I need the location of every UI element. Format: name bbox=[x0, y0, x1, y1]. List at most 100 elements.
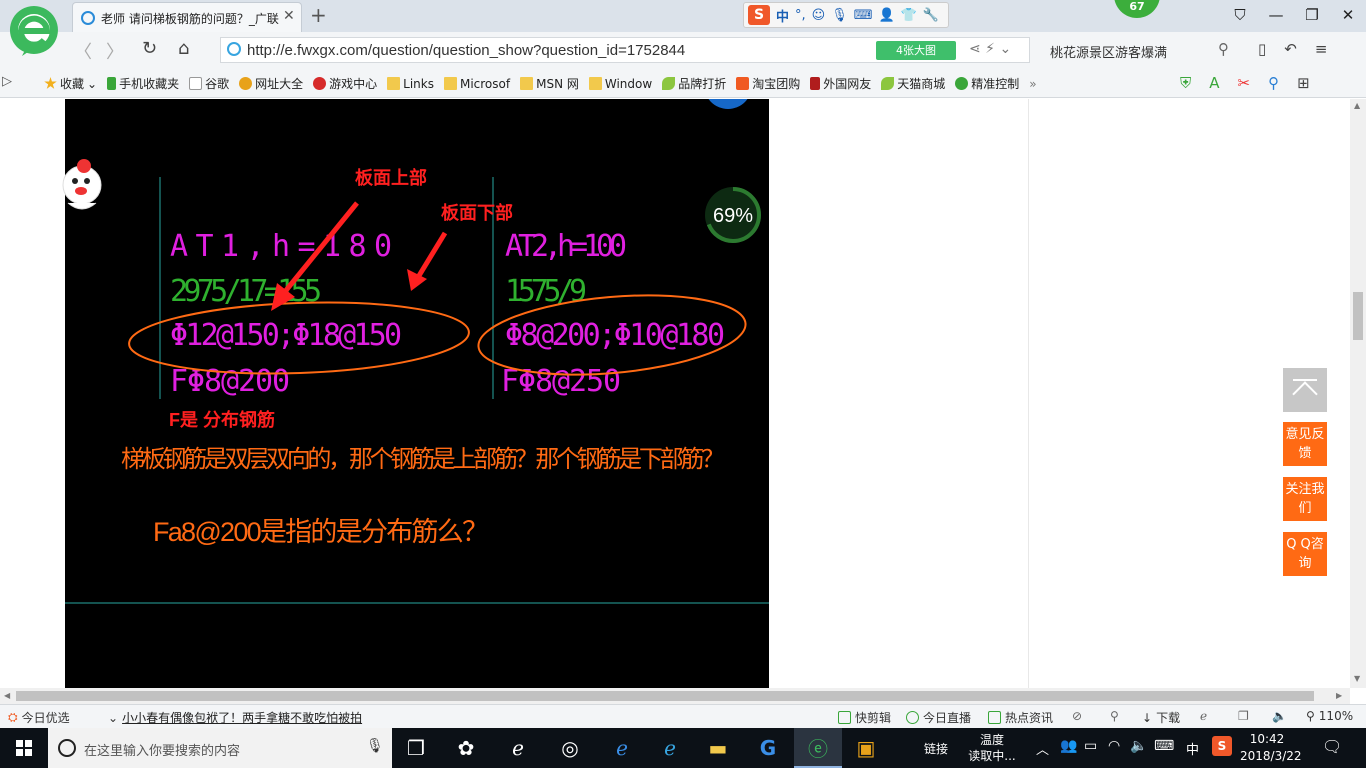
shield-icon[interactable]: ⛨ bbox=[1180, 74, 1191, 92]
search-icon[interactable]: ⚲ bbox=[1218, 40, 1229, 58]
ime-indicator[interactable]: 中 bbox=[1186, 739, 1199, 758]
qq-consult-button[interactable]: Q Q咨询 bbox=[1283, 532, 1327, 576]
skin-shirt-icon[interactable]: 👕 bbox=[901, 8, 917, 23]
window-icon[interactable]: ❐ bbox=[1238, 709, 1249, 723]
quick-cut[interactable]: 快剪辑 bbox=[838, 709, 891, 726]
temperature-widget[interactable]: 温度 读取中... bbox=[968, 732, 1016, 764]
image-viewer-icon[interactable]: ▣ bbox=[842, 728, 890, 768]
scroll-up-icon[interactable]: ▲ bbox=[1354, 101, 1360, 110]
bookmark-item[interactable]: Microsof bbox=[443, 75, 510, 92]
pin-icon[interactable]: ⚲ bbox=[1110, 709, 1119, 723]
url-input[interactable]: http://e.fwxgx.com/question/question_sho… bbox=[220, 37, 1030, 63]
bookmark-item[interactable]: 网址大全 bbox=[239, 75, 303, 92]
browser-tab[interactable]: 老师 请问梯板钢筋的问题？_广联 ✕ bbox=[72, 2, 302, 32]
download[interactable]: ↓ 下载 bbox=[1142, 709, 1180, 726]
browser-logo-icon[interactable] bbox=[8, 4, 60, 60]
g-app-icon[interactable]: G bbox=[744, 728, 792, 768]
sogou-tray-icon[interactable]: S bbox=[1212, 736, 1232, 756]
question-image[interactable]: AT1,h=180 2975/17=155 Φ12@150;Φ18@150 FΦ… bbox=[65, 99, 769, 688]
bookmark-item[interactable]: 收藏 ⌄ bbox=[44, 75, 97, 92]
scroll-left-icon[interactable]: ◀ bbox=[4, 691, 10, 700]
tab-close-button[interactable]: ✕ bbox=[283, 8, 295, 24]
vertical-scrollbar[interactable]: ▲ ▼ bbox=[1350, 99, 1366, 688]
bookmark-item[interactable]: 手机收藏夹 bbox=[107, 75, 179, 92]
bookmark-item[interactable]: Window bbox=[588, 75, 652, 92]
sogou-ime-toolbar[interactable]: S 中 °, ☺ 🎙 ⌨ 👤 👕 🔧 bbox=[743, 2, 949, 28]
edge-legacy-icon[interactable]: ℯ bbox=[494, 728, 542, 768]
apps-grid-icon[interactable]: ⊞ bbox=[1297, 74, 1310, 92]
mic-icon[interactable]: 🎙 bbox=[831, 8, 848, 23]
link-label[interactable]: 链接 bbox=[924, 740, 948, 757]
close-button[interactable]: ✕ bbox=[1330, 0, 1366, 32]
search-input[interactable]: 桃花源景区游客爆满 ⚲ bbox=[1040, 37, 1240, 63]
forward-icon[interactable]: 〉 bbox=[106, 38, 124, 64]
today-live[interactable]: 今日直播 bbox=[906, 709, 971, 726]
translate-icon[interactable]: A bbox=[1209, 74, 1219, 92]
bookmark-item[interactable]: 精准控制 bbox=[955, 75, 1019, 92]
emoji-icon[interactable]: ☺ bbox=[812, 8, 826, 23]
site-security-icon[interactable] bbox=[227, 42, 241, 56]
taskbar-search[interactable]: 在这里输入你要搜索的内容 🎙 bbox=[48, 728, 392, 768]
new-tab-button[interactable]: + bbox=[310, 4, 327, 26]
back-to-top-button[interactable] bbox=[1283, 368, 1327, 412]
mascot-icon[interactable] bbox=[60, 157, 104, 215]
bookmark-item[interactable]: Links bbox=[387, 75, 434, 92]
keyboard-icon[interactable]: ⌨ bbox=[1154, 738, 1174, 754]
bookmark-item[interactable]: 淘宝团购 bbox=[736, 75, 800, 92]
minimize-button[interactable]: — bbox=[1258, 0, 1294, 32]
home-icon[interactable]: ⌂ bbox=[178, 38, 189, 59]
scroll-right-icon[interactable]: ▶ bbox=[1336, 691, 1342, 700]
360-browser-icon[interactable]: ⓔ bbox=[794, 728, 842, 768]
mobile-icon[interactable]: ▯ bbox=[1258, 40, 1266, 58]
bookmark-item[interactable]: MSN 网 bbox=[520, 75, 579, 92]
scroll-down-icon[interactable]: ▼ bbox=[1354, 674, 1360, 683]
spiral-app-icon[interactable]: ◎ bbox=[546, 728, 594, 768]
tray-chevron-icon[interactable]: ︿ bbox=[1036, 739, 1049, 758]
zoom-level[interactable]: ⚲ 110% bbox=[1306, 709, 1353, 723]
sogou-logo-icon[interactable]: S bbox=[748, 5, 770, 25]
volume-icon[interactable]: 🔈 bbox=[1272, 709, 1287, 723]
follow-us-button[interactable]: 关注我们 bbox=[1283, 477, 1327, 521]
user-tray-icon[interactable]: 👥 bbox=[1060, 738, 1077, 754]
edge-icon[interactable]: ℯ bbox=[598, 728, 646, 768]
big-picture-button[interactable]: 4张大图 bbox=[876, 41, 956, 60]
file-explorer-icon[interactable]: ▬ bbox=[694, 728, 742, 768]
url-text[interactable]: http://e.fwxgx.com/question/question_sho… bbox=[247, 42, 685, 59]
ime-mode[interactable]: 中 bbox=[776, 6, 789, 25]
sidebar-toggle-icon[interactable]: ▷ bbox=[2, 74, 12, 89]
back-icon[interactable]: 〈 bbox=[74, 38, 92, 64]
windows-start-icon[interactable] bbox=[0, 728, 48, 768]
search-tool-icon[interactable]: ⚲ bbox=[1268, 74, 1279, 92]
clock[interactable]: 10:42 2018/3/22 bbox=[1240, 731, 1302, 765]
battery-icon[interactable]: ▭ bbox=[1084, 738, 1097, 754]
wrench-icon[interactable]: 🔧 bbox=[923, 8, 939, 23]
scroll-thumb[interactable] bbox=[1353, 292, 1363, 340]
pinwheel-app-icon[interactable]: ✿ bbox=[442, 728, 490, 768]
weather-badge[interactable]: 67 bbox=[1114, 0, 1160, 18]
skin-icon[interactable]: ⛉ bbox=[1222, 0, 1258, 32]
ie-icon[interactable]: ℯ bbox=[646, 728, 694, 768]
cortana-icon[interactable] bbox=[58, 739, 76, 757]
notification-icon[interactable]: 🗨 bbox=[1322, 737, 1342, 756]
news-ticker[interactable]: ⌄ 小小春有偶像包袱了！两手拿糖不敢吃怕被拍 bbox=[108, 709, 362, 726]
maximize-button[interactable]: ❐ bbox=[1294, 0, 1330, 32]
bookmark-item[interactable]: 游戏中心 bbox=[313, 75, 377, 92]
undo-icon[interactable]: ↶ bbox=[1284, 40, 1297, 58]
feedback-button[interactable]: 意见反馈 bbox=[1283, 422, 1327, 466]
speed-icon[interactable]: ⊘ bbox=[1072, 709, 1082, 723]
today-pick[interactable]: ⛭ 今日优选 bbox=[8, 709, 70, 726]
wifi-icon[interactable]: ◠ bbox=[1108, 738, 1120, 754]
bookmark-item[interactable]: 谷歌 bbox=[189, 75, 229, 92]
bookmark-item[interactable]: 天猫商城 bbox=[881, 75, 945, 92]
more-bookmarks-icon[interactable]: » bbox=[1029, 75, 1036, 92]
bookmark-item[interactable]: 外国网友 bbox=[810, 75, 871, 92]
scroll-thumb[interactable] bbox=[16, 691, 1314, 701]
punctuation-toggle[interactable]: °, bbox=[795, 8, 806, 23]
task-view-icon[interactable]: ❐ bbox=[392, 728, 440, 768]
hot-news[interactable]: 热点资讯 bbox=[988, 709, 1053, 726]
bookmark-item[interactable]: 品牌打折 bbox=[662, 75, 726, 92]
ie-mode-icon[interactable]: ℯ bbox=[1200, 709, 1207, 723]
mic-icon[interactable]: 🎙 bbox=[366, 738, 384, 754]
scissors-icon[interactable]: ✂ bbox=[1238, 74, 1251, 92]
keyboard-icon[interactable]: ⌨ bbox=[854, 8, 873, 23]
